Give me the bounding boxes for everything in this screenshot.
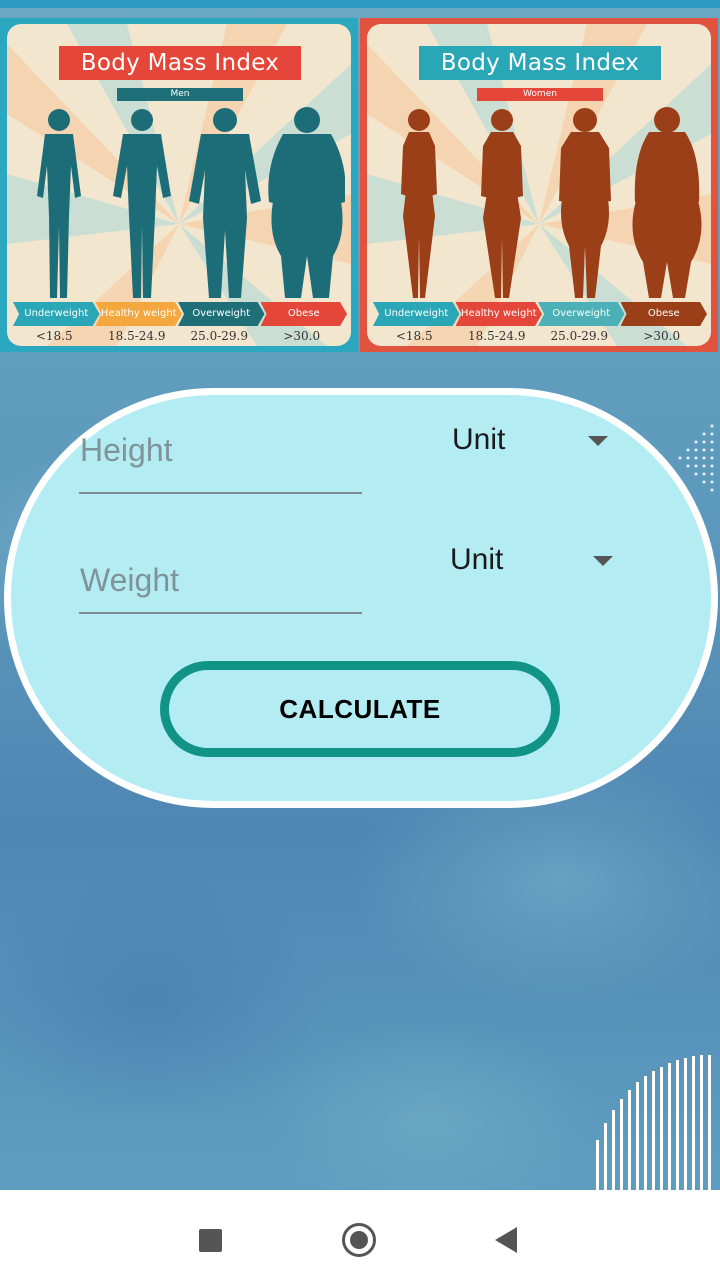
poster-card: Body Mass Index Women Underweight Health… [367,24,711,346]
home-circle-icon[interactable] [342,1223,376,1257]
back-triangle-icon[interactable] [495,1227,517,1253]
category-row: Underweight Healthy weight Overweight Ob… [13,302,347,326]
range-value: >30.0 [643,329,681,343]
category-obese: Obese [620,302,707,326]
category-healthy: Healthy weight [95,302,182,326]
calculate-button[interactable]: CALCULATE [160,661,560,757]
height-input-underline [79,492,362,494]
category-overweight: Overweight [178,302,265,326]
chevron-down-icon[interactable] [588,436,608,446]
category-healthy: Healthy weight [455,302,542,326]
chevron-down-icon[interactable] [593,556,613,566]
poster-subtitle: Men [117,88,243,101]
height-input[interactable]: Height [80,432,173,469]
range-value: <18.5 [35,329,73,343]
weight-input-underline [79,612,362,614]
range-value: 18.5-24.9 [108,329,166,343]
weight-unit-select[interactable]: Unit [450,543,503,577]
bmi-women-poster: Body Mass Index Women Underweight Health… [360,18,718,352]
range-value: 25.0-29.9 [190,329,249,343]
category-obese: Obese [260,302,347,326]
recent-apps-square-icon[interactable] [199,1229,222,1252]
poster-subtitle: Women [477,88,603,101]
range-value: 18.5-24.9 [468,329,526,343]
bar-lines-decoration [596,1055,711,1190]
poster-title: Body Mass Index [419,46,661,80]
category-row: Underweight Healthy weight Overweight Ob… [373,302,707,326]
height-unit-select[interactable]: Unit [452,423,505,457]
range-row: <18.5 18.5-24.9 25.0-29.9 >30.0 [13,329,343,343]
range-value: <18.5 [395,329,433,343]
range-row: <18.5 18.5-24.9 25.0-29.9 >30.0 [373,329,703,343]
range-value: >30.0 [283,329,321,343]
range-value: 25.0-29.9 [550,329,609,343]
category-underweight: Underweight [13,302,100,326]
bmi-men-poster: Body Mass Index Men Underweight Healthy … [0,18,358,352]
poster-title: Body Mass Index [59,46,301,80]
category-overweight: Overweight [538,302,625,326]
women-silhouettes-icon [401,107,702,298]
status-strip [0,0,720,8]
poster-card: Body Mass Index Men Underweight Healthy … [7,24,351,346]
men-silhouettes-icon [37,107,345,298]
weight-input[interactable]: Weight [80,562,179,599]
category-underweight: Underweight [373,302,460,326]
